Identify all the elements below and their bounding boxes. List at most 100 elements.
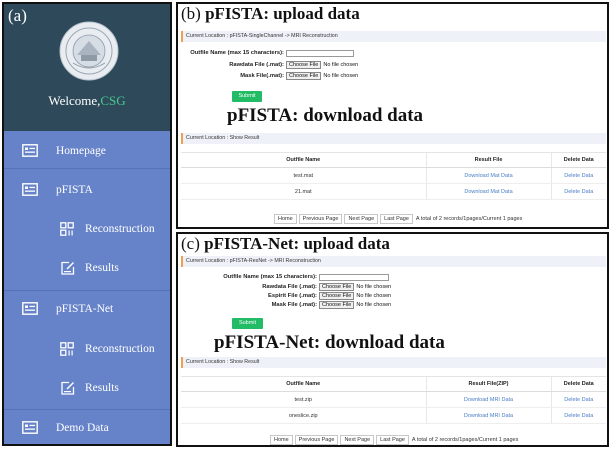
cell-outfile-name: 21.mat [181, 183, 426, 200]
welcome-text: Welcome,CSG [4, 93, 170, 109]
id-card-icon [22, 144, 38, 157]
choose-file-button[interactable]: Choose File [319, 283, 355, 291]
submit-button[interactable]: Submit [232, 91, 262, 102]
espirit-file-label: Espirit File (.mat): [268, 293, 317, 299]
panel-title-text: pFISTA: upload data [205, 4, 360, 23]
id-card-icon [22, 421, 38, 434]
table-row: 21.mat Download Mat Data Delete Data [181, 183, 606, 200]
sidebar-item-pfista-reconstruction[interactable]: Reconstruction [4, 211, 170, 247]
download-link[interactable]: Download Mat Data [425, 167, 551, 184]
cell-outfile-name: oneslice.zip [181, 407, 426, 424]
mask-file-label: Mask File (.mat): [271, 302, 317, 308]
col-result-file: Result File [425, 152, 551, 168]
no-file-text: No file chosen [356, 284, 392, 290]
grid-icon [60, 342, 74, 356]
panel-title-text: pFISTA-Net: upload data [204, 234, 390, 253]
pager-previous-button[interactable]: Previous Page [294, 435, 339, 445]
col-delete-data: Delete Data [550, 376, 606, 392]
no-file-text: No file chosen [356, 302, 392, 308]
mask-file-chooser[interactable]: Choose File No file chosen [319, 301, 391, 309]
result-breadcrumb: Current Location : Show Result [181, 133, 606, 144]
pager-home-button[interactable]: Home [274, 214, 297, 224]
pager-previous-button[interactable]: Previous Page [298, 214, 343, 224]
cell-outfile-name: test.mat [181, 167, 426, 184]
sidebar-item-label: pFISTA-Net [56, 302, 114, 315]
sidebar-item-pfista-results[interactable]: Results [4, 250, 170, 286]
pager-next-button[interactable]: Next Page [344, 214, 379, 224]
table-row: test.mat Download Mat Data Delete Data [181, 167, 606, 184]
sidebar-item-label: Homepage [56, 144, 106, 157]
id-card-icon [22, 302, 38, 315]
rawdata-file-chooser[interactable]: Choose File No file chosen [286, 61, 358, 69]
download-link[interactable]: Download MRI Data [425, 391, 551, 408]
choose-file-button[interactable]: Choose File [286, 61, 322, 69]
panel-pfista-net: (c) pFISTA-Net: upload data Current Loca… [176, 232, 609, 447]
pager-summary: A total of 2 records/1pages/Current 1 pa… [415, 216, 523, 222]
outfile-name-input[interactable] [286, 50, 354, 57]
panel-label-c: (c) [181, 234, 200, 253]
result-table: Outfile Name Result File(ZIP) Delete Dat… [181, 376, 606, 424]
sidebar-item-pfista[interactable]: pFISTA [4, 172, 170, 208]
col-delete-data: Delete Data [550, 152, 606, 168]
sidebar-item-net-results[interactable]: Results [4, 370, 170, 406]
delete-link[interactable]: Delete Data [550, 391, 606, 408]
mask-file-label: Mask File(.mat): [240, 73, 284, 79]
choose-file-button[interactable]: Choose File [319, 301, 355, 309]
choose-file-button[interactable]: Choose File [319, 292, 355, 300]
sidebar-item-label: Reconstruction [85, 223, 155, 235]
outfile-name-input[interactable] [319, 274, 389, 281]
sidebar-item-label: Results [85, 382, 119, 394]
sidebar-item-pfista-net[interactable]: pFISTA-Net [4, 290, 170, 326]
pagination: Home Previous Page Next Page Last Page A… [270, 435, 518, 445]
result-table: Outfile Name Result File Delete Data tes… [181, 152, 606, 200]
sidebar-item-homepage[interactable]: Homepage [4, 133, 170, 169]
delete-link[interactable]: Delete Data [550, 167, 606, 184]
table-header-row: Outfile Name Result File(ZIP) Delete Dat… [181, 376, 606, 392]
panel-label-a: (a) [8, 6, 27, 25]
panel-b-title: (b) pFISTA: upload data [181, 4, 360, 24]
welcome-username: CSG [100, 93, 126, 108]
grid-icon [60, 222, 74, 236]
sidebar-item-net-reconstruction[interactable]: Reconstruction [4, 331, 170, 367]
sidebar-item-label: pFISTA [56, 184, 93, 196]
pagination: Home Previous Page Next Page Last Page A… [274, 214, 522, 224]
sidebar-item-label: Demo Data [56, 421, 109, 434]
sidebar: (a) Welcome,CSG Homepage pFISTA Reconstr… [2, 2, 172, 446]
col-outfile-name: Outfile Name [181, 376, 426, 392]
choose-file-button[interactable]: Choose File [286, 72, 322, 80]
download-title: pFISTA-Net: download data [214, 332, 445, 353]
outfile-name-label: Outfile Name (max 15 characters): [190, 50, 284, 56]
pager-last-button[interactable]: Last Page [376, 435, 409, 445]
download-link[interactable]: Download Mat Data [425, 183, 551, 200]
rawdata-file-chooser[interactable]: Choose File No file chosen [319, 283, 391, 291]
breadcrumb: Current Location : pFISTA-SingleChannel … [181, 31, 606, 42]
breadcrumb: Current Location : pFISTA-ResNet -> MRI … [181, 256, 606, 267]
edit-icon [61, 261, 75, 275]
rawdata-file-label: Rawdata File (.mat): [262, 284, 317, 290]
espirit-file-chooser[interactable]: Choose File No file chosen [319, 292, 391, 300]
no-file-text: No file chosen [356, 293, 392, 299]
no-file-text: No file chosen [323, 73, 359, 79]
table-row: oneslice.zip Download MRI Data Delete Da… [181, 407, 606, 424]
no-file-text: No file chosen [323, 62, 359, 68]
col-result-file: Result File(ZIP) [425, 376, 551, 392]
delete-link[interactable]: Delete Data [550, 407, 606, 424]
edit-icon [61, 381, 75, 395]
download-title: pFISTA: download data [227, 105, 424, 126]
mask-file-chooser[interactable]: Choose File No file chosen [286, 72, 358, 80]
col-outfile-name: Outfile Name [181, 152, 426, 168]
table-header-row: Outfile Name Result File Delete Data [181, 152, 606, 168]
cell-outfile-name: test.zip [181, 391, 426, 408]
pager-next-button[interactable]: Next Page [340, 435, 375, 445]
submit-button[interactable]: Submit [232, 318, 263, 329]
sidebar-header: (a) Welcome,CSG [4, 4, 170, 131]
pager-home-button[interactable]: Home [270, 435, 293, 445]
delete-link[interactable]: Delete Data [550, 183, 606, 200]
sidebar-item-demo-data[interactable]: Demo Data [4, 409, 170, 444]
panel-c-title: (c) pFISTA-Net: upload data [181, 234, 390, 254]
sidebar-item-label: Reconstruction [85, 343, 155, 355]
panel-label-b: (b) [181, 4, 201, 23]
sidebar-item-label: Results [85, 262, 119, 274]
pager-last-button[interactable]: Last Page [380, 214, 413, 224]
download-link[interactable]: Download MRI Data [425, 407, 551, 424]
